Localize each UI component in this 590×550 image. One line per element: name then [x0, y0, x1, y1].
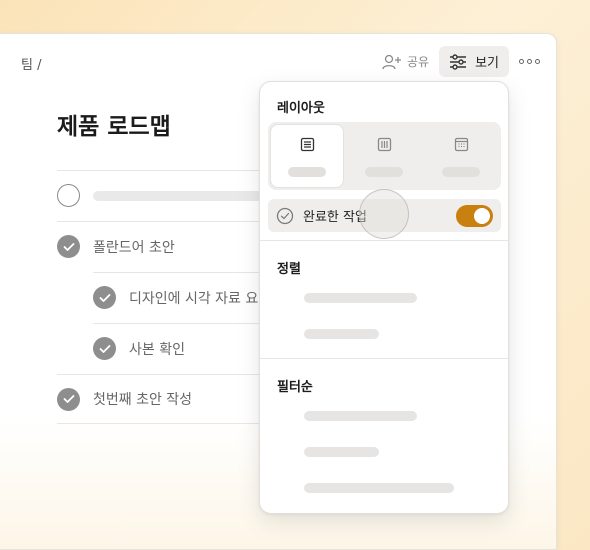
- view-label: 보기: [475, 56, 499, 71]
- toggle-knob: [474, 208, 490, 224]
- share-label: 공유: [406, 55, 430, 69]
- sort-option-placeholder[interactable]: [304, 329, 379, 339]
- sort-section-title: 정렬: [277, 262, 301, 277]
- layout-option-list[interactable]: [271, 125, 343, 187]
- board-layout-icon: [377, 137, 392, 152]
- completed-tasks-label: 완료한 작업: [303, 210, 367, 225]
- filter-option-placeholder[interactable]: [304, 447, 379, 457]
- divider: [260, 358, 508, 359]
- layout-section-title: 레이아웃: [277, 101, 325, 116]
- filter-option-placeholder[interactable]: [304, 483, 454, 493]
- check-circle-icon: [276, 207, 294, 224]
- list-layout-icon: [300, 137, 315, 152]
- layout-option-board[interactable]: [348, 125, 420, 187]
- filter-option-placeholder[interactable]: [304, 411, 417, 421]
- layout-selector: [268, 122, 501, 190]
- page-title: 제품 로드맵: [57, 114, 171, 140]
- checkmark-icon[interactable]: [57, 387, 80, 411]
- breadcrumb[interactable]: 팀 /: [21, 54, 41, 73]
- view-options-popover: 레이아웃 완료한 작업 정렬 필터순: [259, 81, 509, 514]
- topbar-actions: 공유 보기: [382, 46, 540, 77]
- completed-tasks-toggle[interactable]: [456, 205, 493, 227]
- share-button[interactable]: 공유: [382, 53, 429, 70]
- checkmark-icon[interactable]: [57, 235, 80, 258]
- add-person-icon: [382, 54, 401, 69]
- sliders-icon: [450, 53, 467, 70]
- sort-option-placeholder[interactable]: [304, 293, 417, 303]
- task-label: 첫번째 초안 작성: [93, 392, 193, 408]
- checkmark-icon[interactable]: [93, 286, 116, 309]
- layout-option-placeholder: [288, 167, 326, 177]
- task-label: 디자인에 시각 자료 요: [129, 290, 259, 307]
- task-checkbox-empty[interactable]: [57, 184, 80, 207]
- task-label: 폴란드어 초안: [93, 239, 175, 256]
- layout-option-placeholder: [442, 167, 480, 177]
- more-options-icon[interactable]: [519, 59, 540, 64]
- task-placeholder: [93, 190, 273, 201]
- task-label: 사본 확인: [129, 341, 185, 358]
- layout-option-placeholder: [365, 167, 403, 177]
- filter-section-title: 필터순: [277, 380, 313, 395]
- checkmark-icon[interactable]: [93, 337, 116, 360]
- calendar-layout-icon: [454, 137, 469, 152]
- divider: [260, 240, 508, 241]
- cursor-indicator: [359, 189, 409, 239]
- layout-option-calendar[interactable]: [425, 125, 497, 187]
- view-button[interactable]: 보기: [439, 46, 509, 77]
